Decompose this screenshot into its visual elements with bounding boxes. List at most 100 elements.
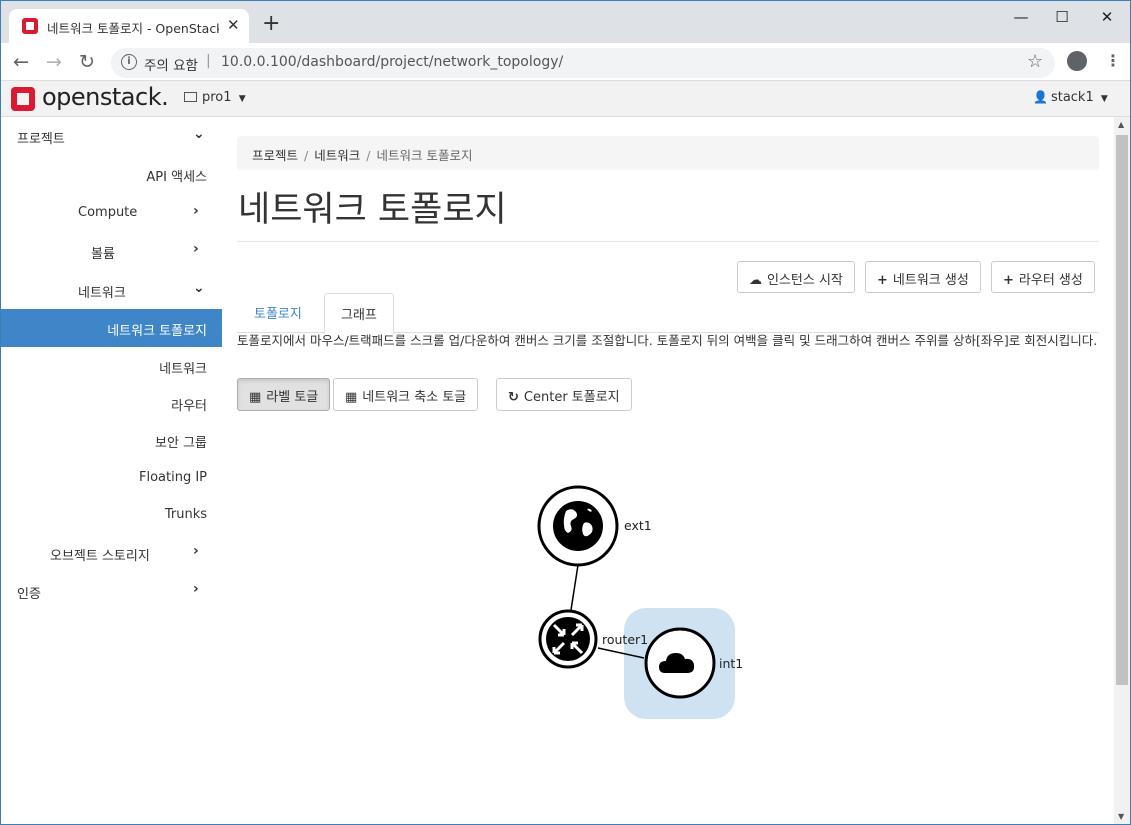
sidebar-item-floating-ip[interactable]: Floating IP — [1, 459, 222, 497]
chevron-down-icon: ⌄ — [193, 126, 205, 142]
create-router-button[interactable]: + 라우터 생성 — [991, 261, 1095, 293]
breadcrumb-current: 네트워크 토폴로지 — [376, 148, 473, 163]
sidebar-item-api-access[interactable]: API 액세스 — [1, 155, 222, 193]
th-large-icon: ▦ — [249, 390, 262, 405]
tab-graph[interactable]: 그래프 — [324, 293, 394, 334]
sidebar-item-project[interactable]: 프로젝트 ⌄ — [1, 117, 222, 155]
node-label-router1: router1 — [602, 632, 648, 647]
security-warning[interactable]: 주의 요함 — [144, 54, 198, 74]
sidebar-item-network-topology[interactable]: 네트워크 토폴로지 — [1, 309, 222, 347]
sidebar-item-label: 프로젝트 — [17, 132, 65, 147]
url-omnibox[interactable]: i 주의 요함 | 10.0.0.100/dashboard/project/n… — [111, 48, 1055, 78]
sidebar-item-object-storage[interactable]: 오브젝트 스토리지 › — [1, 534, 222, 572]
bookmark-star-icon[interactable]: ☆ — [1027, 51, 1043, 72]
sidebar-item-label: 보안 그룹 — [155, 436, 207, 451]
node-label-ext1: ext1 — [624, 518, 652, 533]
info-icon[interactable]: i — [121, 54, 137, 70]
th-icon: ▦ — [345, 390, 358, 405]
user-name: stack1 — [1050, 90, 1094, 105]
forward-arrow-icon[interactable]: → — [46, 51, 62, 73]
breadcrumb-network[interactable]: 네트워크 — [314, 148, 360, 163]
toggle-network-collapse-button[interactable]: ▦ 네트워크 축소 토글 — [333, 378, 479, 411]
sidebar-item-label: 볼륨 — [91, 247, 115, 262]
minimize-button[interactable]: — — [998, 6, 1044, 28]
globe-icon — [553, 501, 603, 551]
sidebar-item-label: 라우터 — [171, 399, 207, 414]
logo-text: openstack. — [42, 83, 169, 111]
sidebar-item-label: Floating IP — [138, 470, 207, 485]
address-bar: ← → ↻ i 주의 요함 | 10.0.0.100/dashboard/pro… — [1, 43, 1130, 81]
profile-avatar-icon[interactable] — [1067, 51, 1087, 71]
chevron-right-icon: › — [193, 543, 199, 559]
tab-close-icon[interactable]: ✕ — [227, 16, 240, 34]
sidebar-item-trunks[interactable]: Trunks — [1, 496, 222, 534]
project-name: pro1 — [202, 90, 232, 105]
chevron-down-icon: ⌄ — [193, 280, 205, 296]
scroll-up-icon[interactable]: ▲ — [1118, 120, 1124, 129]
scroll-down-icon[interactable]: ▼ — [1118, 812, 1124, 821]
browser-window: 네트워크 토폴로지 - OpenStack Dashboard ✕ + — ☐ … — [0, 0, 1131, 825]
sidebar-item-routers[interactable]: 라우터 — [1, 384, 222, 422]
sidebar-item-network[interactable]: 네트워크 ⌄ — [1, 271, 222, 309]
openstack-logo-icon — [11, 87, 35, 111]
refresh-icon: ↻ — [508, 390, 519, 405]
center-topology-button[interactable]: ↻ Center 토폴로지 — [496, 378, 632, 411]
link-router1-int1 — [597, 647, 645, 659]
chevron-right-icon: › — [193, 241, 199, 257]
tab-title: 네트워크 토폴로지 - OpenStack Dashboard — [47, 21, 219, 36]
topology-node-int1[interactable] — [644, 627, 716, 699]
project-icon — [184, 92, 197, 102]
sidebar-item-security-groups[interactable]: 보안 그룹 — [1, 421, 222, 459]
sidebar-item-label: API 액세스 — [146, 170, 207, 185]
browser-tab[interactable]: 네트워크 토폴로지 - OpenStack Dashboard ✕ — [9, 9, 249, 43]
sidebar-item-label: 오브젝트 스토리지 — [50, 549, 150, 564]
cloud-icon — [659, 653, 695, 673]
back-arrow-icon[interactable]: ← — [13, 51, 29, 73]
user-menu[interactable]: 👤 stack1 ▼ — [1033, 90, 1108, 105]
tab-topology[interactable]: 토폴로지 — [238, 293, 318, 333]
maximize-button[interactable]: ☐ — [1039, 6, 1085, 28]
openstack-favicon-icon — [22, 18, 38, 34]
cloud-upload-icon: ☁ — [749, 273, 762, 288]
page-title: 네트워크 토폴로지 — [238, 190, 507, 230]
reload-icon[interactable]: ↻ — [79, 51, 95, 73]
chevron-right-icon: › — [193, 203, 199, 219]
help-text: 토폴로지에서 마우스/트랙패드를 스크롤 업/다운하여 캔버스 크기를 조절합니… — [237, 333, 1098, 348]
caret-down-icon: ▼ — [238, 94, 246, 104]
page-scrollbar[interactable]: ▲ ▼ — [1114, 117, 1130, 824]
sidebar-item-label: 네트워크 — [78, 286, 126, 301]
title-divider — [237, 241, 1099, 242]
plus-icon: + — [877, 273, 888, 288]
sidebar-item-networks[interactable]: 네트워크 — [1, 347, 222, 385]
sidebar-item-volumes[interactable]: 볼륨 › — [1, 232, 222, 270]
router-icon — [546, 617, 590, 661]
project-selector[interactable]: pro1 ▼ — [184, 90, 246, 105]
user-icon: 👤 — [1033, 90, 1048, 104]
sidebar-item-label: Trunks — [164, 507, 207, 522]
caret-down-icon: ▼ — [1100, 94, 1108, 104]
app-header: openstack. pro1 ▼ 👤 stack1 ▼ — [1, 81, 1130, 117]
browser-menu-icon[interactable]: ⋮ — [1105, 51, 1121, 70]
url-text[interactable]: 10.0.0.100/dashboard/project/network_top… — [221, 54, 563, 70]
link-ext1-router1 — [570, 564, 579, 611]
launch-instance-button[interactable]: ☁ 인스턴스 시작 — [737, 261, 855, 293]
topology-node-router1[interactable] — [538, 609, 598, 669]
new-tab-button[interactable]: + — [262, 13, 280, 35]
network-highlight-int1 — [624, 608, 735, 719]
sidebar: 프로젝트 ⌄ API 액세스 Compute › 볼륨 › 네트워크 ⌄ 네트워… — [1, 117, 222, 824]
topology-node-ext1[interactable] — [537, 485, 619, 567]
sidebar-item-label: Compute — [78, 205, 138, 220]
node-label-int1: int1 — [719, 656, 743, 671]
sidebar-item-identity[interactable]: 인증 › — [1, 572, 222, 610]
breadcrumb: 프로젝트 / 네트워크 / 네트워크 토폴로지 — [237, 136, 1099, 170]
plus-icon: + — [1003, 273, 1014, 288]
sidebar-item-label: 네트워크 토폴로지 — [107, 324, 207, 339]
close-window-button[interactable]: ✕ — [1084, 6, 1130, 28]
breadcrumb-project[interactable]: 프로젝트 — [252, 148, 298, 163]
toggle-labels-button[interactable]: ▦ 라벨 토글 — [237, 378, 331, 411]
create-network-button[interactable]: + 네트워크 생성 — [865, 261, 981, 293]
sidebar-item-label: 네트워크 — [159, 362, 207, 377]
sidebar-item-compute[interactable]: Compute › — [1, 194, 222, 232]
scroll-thumb[interactable] — [1116, 135, 1128, 685]
chevron-right-icon: › — [193, 581, 199, 597]
